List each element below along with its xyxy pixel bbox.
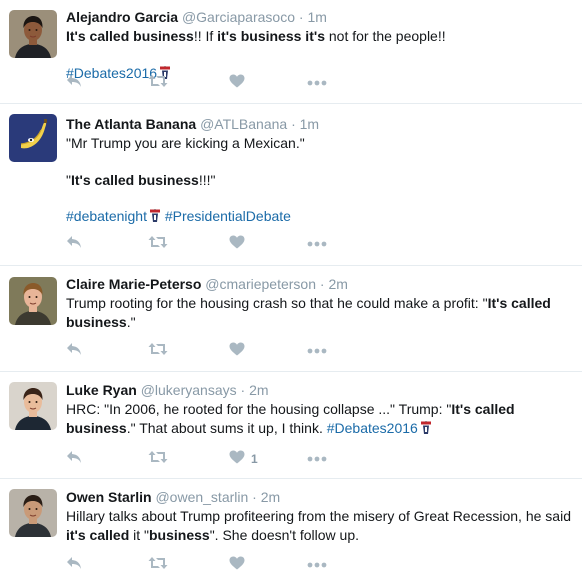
user-name[interactable]: Owen Starlin	[66, 489, 152, 505]
tweet-text: Hillary talks about Trump profiteering f…	[66, 507, 572, 544]
reply-icon[interactable]	[66, 74, 82, 92]
tweet[interactable]: Claire Marie-Peterso @cmariepeterson · 2…	[0, 266, 582, 372]
more-dots-icon[interactable]	[307, 456, 327, 474]
user-handle[interactable]: @cmariepeterson	[205, 276, 316, 292]
timestamp[interactable]: 2m	[261, 489, 280, 505]
tweet-header: The Atlanta Banana @ATLBanana · 1m	[66, 115, 572, 133]
tweet-paragraph: Trump rooting for the housing crash so t…	[66, 294, 572, 331]
tweet-paragraph: #debatenight #PresidentialDebate	[66, 207, 572, 226]
highlighted-text: It's called business	[70, 171, 199, 188]
user-handle[interactable]: @Garciaparasoco	[182, 9, 295, 25]
tweet[interactable]: The Atlanta Banana @ATLBanana · 1m "Mr T…	[0, 104, 582, 266]
hashtag-link[interactable]: #debatenight	[66, 208, 147, 224]
tweet-text: Trump rooting for the housing crash so t…	[66, 294, 572, 331]
user-handle[interactable]: @ATLBanana	[200, 116, 287, 132]
like-count: 1	[251, 452, 258, 466]
highlighted-text: business	[149, 526, 210, 543]
tweet-paragraph: HRC: "In 2006, he rooted for the housing…	[66, 400, 572, 437]
timestamp[interactable]: 1m	[307, 9, 326, 25]
tweet-header: Owen Starlin @owen_starlin · 2m	[66, 488, 572, 506]
text-segment: ." That about sums it up, I think.	[126, 419, 327, 436]
retweet-icon[interactable]	[148, 556, 168, 574]
reply-icon[interactable]	[66, 556, 82, 574]
tweet-header: Alejandro Garcia @Garciaparasoco · 1m	[66, 8, 572, 26]
user-name[interactable]: Alejandro Garcia	[66, 9, 178, 25]
hashtag-link[interactable]: #Debates2016	[327, 420, 418, 436]
more-dots-icon[interactable]	[307, 241, 327, 259]
heart-icon[interactable]	[229, 235, 245, 253]
heart-icon[interactable]: 1	[229, 450, 258, 468]
timestamp[interactable]: 1m	[300, 116, 319, 132]
avatar[interactable]	[9, 382, 57, 430]
text-segment: "Mr Trump you are kicking a Mexican."	[66, 135, 305, 151]
tweet-paragraph: "Mr Trump you are kicking a Mexican."	[66, 134, 572, 153]
debate-podium-emoji-icon	[420, 420, 432, 435]
user-name[interactable]: The Atlanta Banana	[66, 116, 196, 132]
user-handle[interactable]: @owen_starlin	[155, 489, 248, 505]
tweet-text: HRC: "In 2006, he rooted for the housing…	[66, 400, 572, 437]
hashtag-link[interactable]: #PresidentialDebate	[165, 208, 291, 224]
separator: ·	[287, 116, 300, 132]
avatar[interactable]	[9, 277, 57, 325]
tweet-paragraph: It's called business!! If it's business …	[66, 27, 572, 46]
heart-icon[interactable]	[229, 342, 245, 360]
avatar[interactable]	[9, 10, 57, 58]
more-dots-icon[interactable]	[307, 348, 327, 366]
separator: ·	[316, 276, 329, 292]
retweet-icon[interactable]	[148, 450, 168, 468]
tweet[interactable]: Owen Starlin @owen_starlin · 2m Hillary …	[0, 479, 582, 588]
heart-icon[interactable]	[229, 74, 245, 92]
user-name[interactable]: Luke Ryan	[66, 382, 137, 398]
highlighted-text: It's called business	[66, 28, 194, 44]
text-segment: ". She doesn't follow up.	[209, 526, 359, 543]
text-segment: Hillary talks about Trump profiteering f…	[66, 508, 571, 524]
text-segment: !!!"	[198, 171, 216, 188]
user-handle[interactable]: @lukeryansays	[141, 382, 237, 398]
timestamp[interactable]: 2m	[328, 276, 347, 292]
separator: ·	[294, 9, 308, 25]
reply-icon[interactable]	[66, 235, 82, 253]
tweet-paragraph: "It's called business!!!"	[66, 171, 572, 190]
tweet[interactable]: Alejandro Garcia @Garciaparasoco · 1m It…	[0, 0, 582, 104]
tweet-text: "Mr Trump you are kicking a Mexican." "It…	[66, 134, 572, 226]
timeline: Alejandro Garcia @Garciaparasoco · 1m It…	[0, 0, 582, 588]
tweet[interactable]: Luke Ryan @lukeryansays · 2m HRC: "In 20…	[0, 372, 582, 479]
timestamp[interactable]: 2m	[249, 382, 268, 398]
reply-icon[interactable]	[66, 450, 82, 468]
heart-icon[interactable]	[229, 556, 245, 574]
reply-icon[interactable]	[66, 342, 82, 360]
highlighted-text: it's business it's	[217, 28, 325, 44]
tweet-header: Claire Marie-Peterso @cmariepeterson · 2…	[66, 275, 572, 293]
retweet-icon[interactable]	[148, 74, 168, 92]
avatar[interactable]	[9, 114, 57, 162]
more-dots-icon[interactable]	[307, 562, 327, 580]
separator: ·	[248, 489, 261, 505]
text-segment: ."	[126, 313, 136, 330]
text-segment: Trump rooting for the housing crash so t…	[66, 295, 488, 311]
separator: ·	[236, 382, 250, 398]
text-segment: HRC: "In 2006, he rooted for the housing…	[66, 401, 452, 417]
avatar[interactable]	[9, 489, 57, 537]
text-segment: !! If	[193, 28, 218, 44]
more-dots-icon[interactable]	[307, 80, 327, 98]
user-name[interactable]: Claire Marie-Peterso	[66, 276, 201, 292]
text-segment: not for the people!!	[324, 28, 446, 44]
retweet-icon[interactable]	[148, 235, 168, 253]
text-segment: it "	[129, 526, 149, 543]
debate-podium-emoji-icon	[149, 209, 161, 223]
tweet-paragraph: Hillary talks about Trump profiteering f…	[66, 507, 572, 544]
highlighted-text: it's called	[66, 526, 130, 543]
tweet-header: Luke Ryan @lukeryansays · 2m	[66, 381, 572, 399]
tweet-text: It's called business!! If it's business …	[66, 27, 572, 82]
retweet-icon[interactable]	[148, 342, 168, 360]
